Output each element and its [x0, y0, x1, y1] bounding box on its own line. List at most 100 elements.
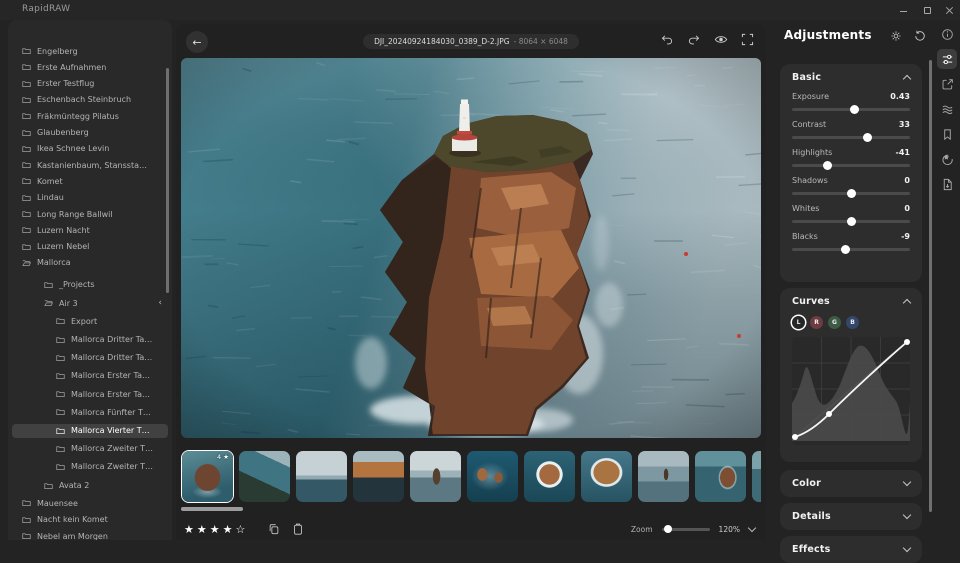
fullscreen-icon[interactable]	[741, 33, 754, 46]
back-button[interactable]: ←	[186, 31, 208, 53]
sidebar-item-ikea-schnee-levin[interactable]: Ikea Schnee Levin	[12, 142, 168, 156]
slider-track[interactable]	[792, 220, 910, 223]
curve-channel-r[interactable]: R	[810, 316, 823, 329]
star-3[interactable]: ★	[210, 524, 221, 535]
sidebar-item-long-range-ballwil[interactable]: Long Range Ballwil	[12, 207, 168, 221]
slider-thumb[interactable]	[841, 245, 850, 254]
thumbnail-1[interactable]: 4 ★	[181, 450, 234, 503]
color-section-header[interactable]: Color	[780, 470, 922, 496]
slider-track[interactable]	[792, 164, 910, 167]
sidebar-item-mallorca-dritter-ta[interactable]: Mallorca Dritter Ta…	[12, 351, 168, 365]
slider-thumb[interactable]	[823, 161, 832, 170]
rail-info-icon[interactable]	[937, 24, 957, 44]
rail-adjustments-icon[interactable]	[937, 49, 957, 69]
zoom-dropdown-chevron-icon[interactable]	[748, 524, 756, 532]
reset-icon[interactable]	[914, 30, 926, 42]
curve-graph[interactable]	[792, 337, 910, 445]
close-button[interactable]	[945, 6, 954, 15]
slider-thumb[interactable]	[847, 217, 856, 226]
copy-settings-icon[interactable]	[268, 523, 280, 535]
sidebar-item-mallorca-erster-ta[interactable]: Mallorca Erster Ta…	[12, 387, 168, 401]
sidebar-item-mallorca-f-nfter-t[interactable]: Mallorca Fünfter T…	[12, 405, 168, 419]
sidebar-item-erste-aufnahmen[interactable]: Erste Aufnahmen	[12, 60, 168, 74]
undo-icon[interactable]	[660, 34, 674, 45]
rail-presets-icon[interactable]	[937, 124, 957, 144]
sidebar-item-label: Mallorca Erster Ta…	[71, 390, 150, 399]
slider-thumb[interactable]	[850, 105, 859, 114]
curves-section-header[interactable]: Curves	[780, 288, 922, 314]
curve-point[interactable]	[826, 411, 832, 417]
zoom-slider[interactable]	[662, 528, 710, 531]
sidebar-item-mallorca[interactable]: Mallorca	[12, 256, 168, 270]
star-5[interactable]: ☆	[236, 524, 247, 535]
sidebar-item-avata-2[interactable]: Avata 2	[12, 479, 168, 493]
sidebar-item-erster-testflug[interactable]: Erster Testflug	[12, 77, 168, 91]
star-1[interactable]: ★	[184, 524, 195, 535]
sidebar-item-air-3[interactable]: Air 3‹	[12, 296, 168, 310]
thumbnail-8[interactable]	[580, 450, 633, 503]
adjustments-scrollbar[interactable]	[929, 60, 932, 512]
folder-icon	[22, 129, 31, 137]
sidebar-item-projects[interactable]: _Projects	[12, 278, 168, 292]
thumbnail-7[interactable]	[523, 450, 576, 503]
thumbnail-9[interactable]	[637, 450, 690, 503]
sidebar-item-mallorca-vierter-t[interactable]: Mallorca Vierter T…	[12, 424, 168, 438]
details-section-header[interactable]: Details	[780, 503, 922, 529]
sidebar-item-luzern-nebel[interactable]: Luzern Nebel	[12, 240, 168, 254]
sidebar-item-lindau[interactable]: Lindau	[12, 191, 168, 205]
rail-ai-mask-icon[interactable]	[937, 149, 957, 169]
sidebar-item-kastanienbaum-stanssta[interactable]: Kastanienbaum, Stanssta…	[12, 158, 168, 172]
basic-section-header[interactable]: Basic	[780, 64, 922, 90]
sidebar-item-mallorca-erster-ta[interactable]: Mallorca Erster Ta…	[12, 369, 168, 383]
rail-export-icon[interactable]	[937, 174, 957, 194]
curve-channel-l[interactable]: L	[792, 316, 805, 329]
curve-point[interactable]	[904, 339, 910, 345]
thumbnail-4[interactable]	[352, 450, 405, 503]
curve-channel-g[interactable]: G	[828, 316, 841, 329]
slider-track[interactable]	[792, 108, 910, 111]
rail-layers-icon[interactable]	[937, 99, 957, 119]
sidebar-item-luzern-nacht[interactable]: Luzern Nacht	[12, 223, 168, 237]
collapse-folder-chevron-icon[interactable]: ‹	[158, 299, 168, 308]
sidebar-item-komet[interactable]: Komet	[12, 174, 168, 188]
sidebar-item-fr-km-ntegg-pilatus[interactable]: Fräkmüntegg Pilatus	[12, 109, 168, 123]
thumbnail-3[interactable]	[295, 450, 348, 503]
sidebar-item-eschenbach-steinbruch[interactable]: Eschenbach Steinbruch	[12, 93, 168, 107]
sidebar-item-mallorca-zweiter-t[interactable]: Mallorca Zweiter T…	[12, 460, 168, 474]
slider-track[interactable]	[792, 136, 910, 139]
slider-thumb[interactable]	[847, 189, 856, 198]
zoom-slider-thumb[interactable]	[664, 525, 672, 533]
sidebar-item-engelberg[interactable]: Engelberg	[12, 44, 168, 58]
minimize-button[interactable]	[899, 6, 908, 15]
star-2[interactable]: ★	[197, 524, 208, 535]
sidebar-item-nebel-am-morgen[interactable]: Nebel am Morgen	[12, 529, 168, 540]
sidebar-item-export[interactable]: Export	[12, 314, 168, 328]
rail-edit-icon[interactable]	[937, 74, 957, 94]
settings-icon[interactable]	[890, 30, 902, 42]
sidebar-item-mallorca-zweiter-t[interactable]: Mallorca Zweiter T…	[12, 442, 168, 456]
sidebar-item-nacht-kein-komet[interactable]: Nacht kein Komet	[12, 513, 168, 527]
redo-icon[interactable]	[687, 34, 701, 45]
slider-value: 0.43	[890, 92, 910, 101]
slider-thumb[interactable]	[863, 133, 872, 142]
photo-canvas[interactable]	[181, 58, 761, 438]
thumbnail-2[interactable]	[238, 450, 291, 503]
slider-track[interactable]	[792, 192, 910, 195]
folder-icon	[22, 226, 31, 234]
sidebar-scrollbar[interactable]	[166, 68, 169, 293]
sidebar-item-mallorca-dritter-ta[interactable]: Mallorca Dritter Ta…	[12, 333, 168, 347]
maximize-button[interactable]	[922, 6, 931, 15]
thumbnail-11[interactable]	[751, 450, 761, 503]
sidebar-item-glaubenberg[interactable]: Glaubenberg	[12, 126, 168, 140]
curve-channel-b[interactable]: B	[846, 316, 859, 329]
thumbnail-5[interactable]	[409, 450, 462, 503]
filmstrip-scrollbar[interactable]	[181, 507, 243, 511]
thumbnail-6[interactable]	[466, 450, 519, 503]
slider-track[interactable]	[792, 248, 910, 251]
star-4[interactable]: ★	[223, 524, 234, 535]
curve-point[interactable]	[792, 434, 798, 440]
sidebar-item-mauensee[interactable]: Mauensee	[12, 496, 168, 510]
preview-icon[interactable]	[714, 34, 728, 45]
thumbnail-10[interactable]	[694, 450, 747, 503]
paste-settings-icon[interactable]	[292, 523, 304, 535]
